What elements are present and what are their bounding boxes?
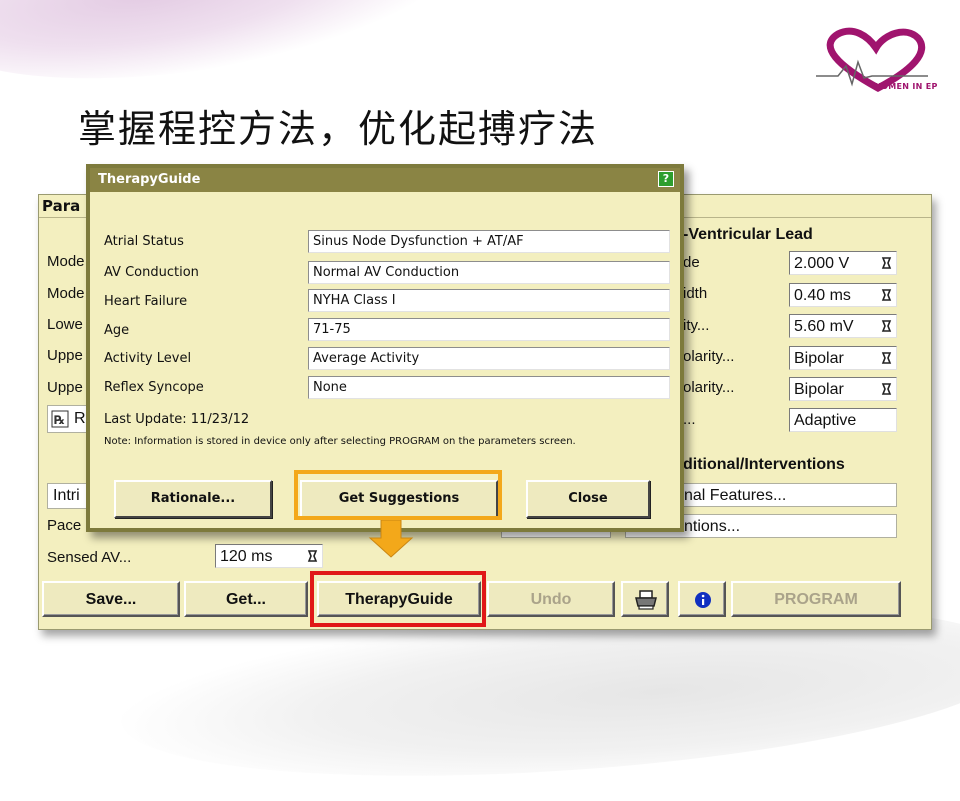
param-label-upper-2[interactable]: Uppe xyxy=(47,379,83,396)
sensed-av-value[interactable]: 120 ms xyxy=(215,544,323,568)
printer-icon xyxy=(635,590,657,610)
dialog-label-activity-level: Activity Level xyxy=(104,351,192,366)
ventricular-label-pulse-width[interactable]: idth xyxy=(683,285,707,302)
dialog-label-heart-failure: Heart Failure xyxy=(104,294,188,309)
ventricular-sensitivity-text: 5.60 mV xyxy=(794,318,854,335)
dialog-value-reflex-syncope[interactable]: None xyxy=(308,376,670,399)
ventricular-label-pace-polarity[interactable]: olarity... xyxy=(683,348,734,365)
adjust-knob-icon xyxy=(881,257,892,269)
adjust-knob-icon xyxy=(881,320,892,332)
ventricular-amplitude-text: 2.000 V xyxy=(794,255,850,272)
dialog-label-age: Age xyxy=(104,323,130,338)
down-arrow-icon xyxy=(368,520,414,558)
info-button[interactable] xyxy=(678,581,726,617)
param-label-mode-2[interactable]: Mode xyxy=(47,285,85,302)
dialog-value-age[interactable]: 71-75 xyxy=(308,318,670,341)
background-swoosh-top xyxy=(0,0,468,106)
additional-interventions-heading: ditional/Interventions xyxy=(683,456,845,473)
program-note-text: Note: Information is stored in device on… xyxy=(104,436,576,447)
ventricular-capture-value[interactable]: Adaptive xyxy=(789,408,897,432)
dialog-value-heart-failure[interactable]: NYHA Class I xyxy=(308,289,670,312)
ventricular-label-amplitude[interactable]: de xyxy=(683,254,700,271)
dialog-title-bar: TherapyGuide ? xyxy=(90,168,680,192)
ventricular-sense-polarity-value[interactable]: Bipolar xyxy=(789,377,897,401)
ventricular-pace-polarity-value[interactable]: Bipolar xyxy=(789,346,897,370)
sensed-av-label: Sensed AV... xyxy=(47,549,132,566)
print-button[interactable] xyxy=(621,581,669,617)
ventricular-label-capture[interactable]: ... xyxy=(683,411,696,428)
adjust-knob-icon xyxy=(881,352,892,364)
ventricular-pulse-width-text: 0.40 ms xyxy=(794,287,851,304)
additional-features-label: nal Features... xyxy=(684,487,787,504)
parameters-title: Para xyxy=(42,197,81,215)
undo-button[interactable]: Undo xyxy=(487,581,615,617)
rationale-button[interactable]: Rationale... xyxy=(114,480,272,518)
adjust-knob-icon xyxy=(307,550,318,562)
dialog-title: TherapyGuide xyxy=(98,172,201,187)
get-button[interactable]: Get... xyxy=(184,581,308,617)
save-button[interactable]: Save... xyxy=(42,581,180,617)
dialog-value-atrial-status[interactable]: Sinus Node Dysfunction + AT/AF xyxy=(308,230,670,253)
rx-label: R xyxy=(74,410,86,427)
slide-title: 掌握程控方法，优化起搏疗法 xyxy=(78,107,599,151)
dialog-label-atrial-status: Atrial Status xyxy=(104,234,184,249)
pace-label: Pace xyxy=(47,517,82,534)
svg-text:℞: ℞ xyxy=(54,413,65,427)
ventricular-capture-text: Adaptive xyxy=(794,412,857,429)
intrinsic-label: Intri xyxy=(53,487,80,504)
last-update-text: Last Update: 11/23/12 xyxy=(104,412,250,427)
adjust-knob-icon xyxy=(881,289,892,301)
ventricular-label-sensitivity[interactable]: ity... xyxy=(683,317,709,334)
param-label-upper-1[interactable]: Uppe xyxy=(47,347,83,364)
info-icon xyxy=(695,592,711,608)
ventricular-sense-polarity-text: Bipolar xyxy=(794,381,844,398)
adjust-knob-icon xyxy=(881,383,892,395)
ventricular-amplitude-value[interactable]: 2.000 V xyxy=(789,251,897,275)
get-suggestions-highlight xyxy=(294,470,502,520)
ventricular-sensitivity-value[interactable]: 5.60 mV xyxy=(789,314,897,338)
ventricular-pulse-width-value[interactable]: 0.40 ms xyxy=(789,283,897,307)
dialog-label-av-conduction: AV Conduction xyxy=(104,265,199,280)
dialog-label-reflex-syncope: Reflex Syncope xyxy=(104,380,204,395)
interventions-label: ntions... xyxy=(684,518,741,535)
param-label-mode-1[interactable]: Mode xyxy=(47,253,85,270)
program-button[interactable]: PROGRAM xyxy=(731,581,901,617)
sensed-av-value-text: 120 ms xyxy=(220,548,273,565)
help-icon[interactable]: ? xyxy=(658,171,674,187)
ventricular-label-sense-polarity[interactable]: olarity... xyxy=(683,379,734,396)
logo-text: WOMEN IN EP xyxy=(872,82,938,91)
ventricular-pace-polarity-text: Bipolar xyxy=(794,350,844,367)
dialog-value-av-conduction[interactable]: Normal AV Conduction xyxy=(308,261,670,284)
ventricular-lead-heading: -Ventricular Lead xyxy=(683,226,813,243)
therapy-guide-highlight xyxy=(310,571,486,627)
close-button[interactable]: Close xyxy=(526,480,650,518)
dialog-value-activity-level[interactable]: Average Activity xyxy=(308,347,670,370)
param-label-lower[interactable]: Lowe xyxy=(47,316,83,333)
rx-icon: ℞ xyxy=(51,410,69,428)
